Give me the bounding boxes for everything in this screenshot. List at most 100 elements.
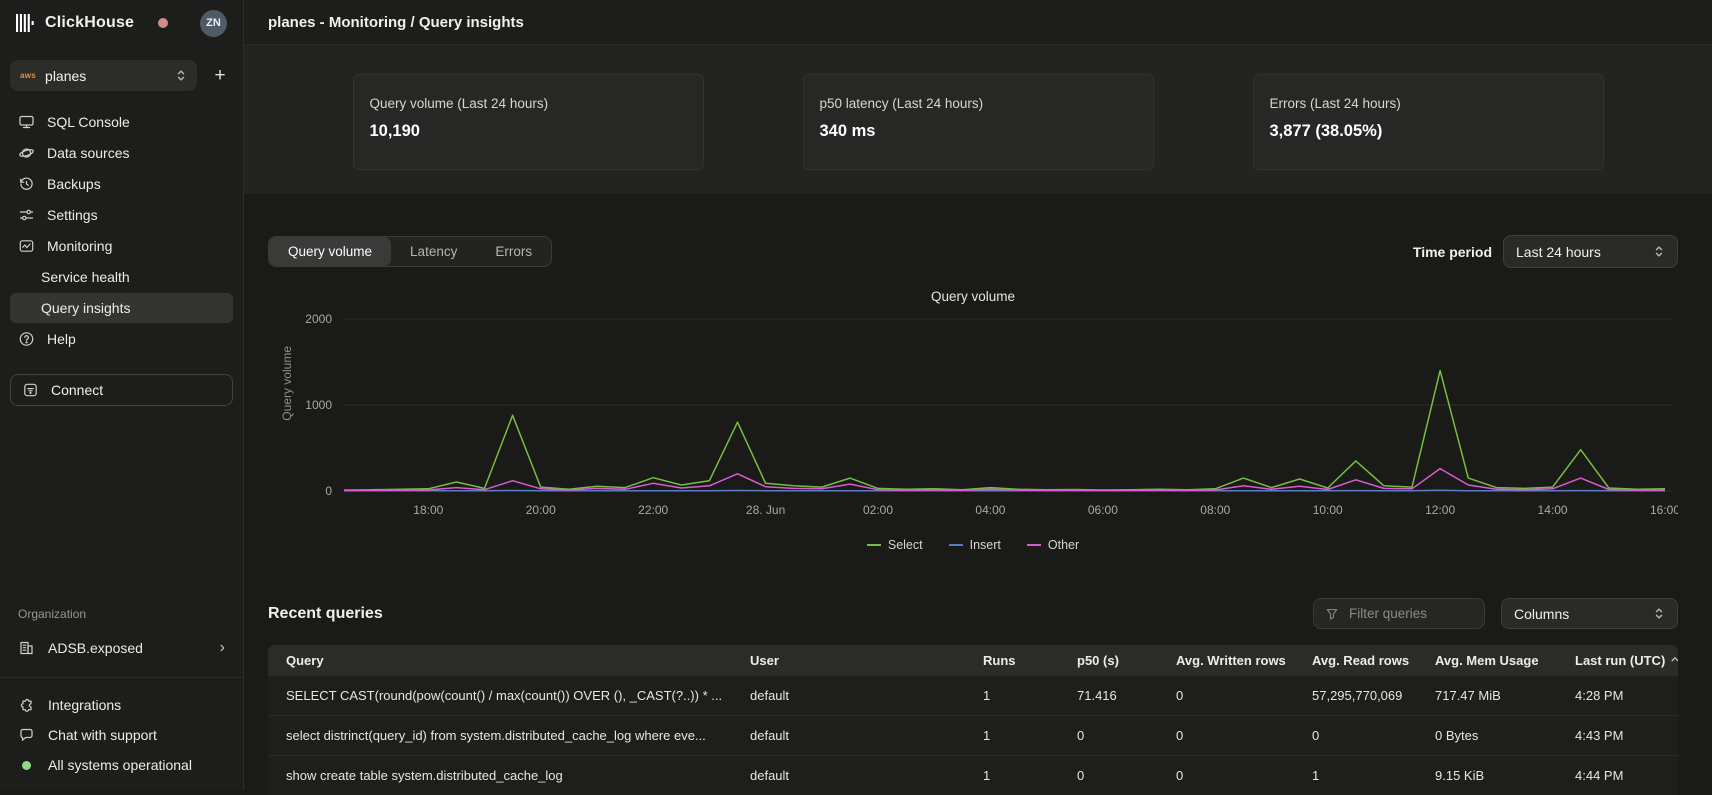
column-header-p50[interactable]: p50 (s) [1059, 653, 1158, 668]
cell-written: 0 [1158, 768, 1294, 783]
column-header-label: Last run (UTC) [1575, 653, 1665, 668]
sidebar-item-query-insights[interactable]: Query insights [10, 293, 233, 323]
time-period-select[interactable]: Last 24 hours [1503, 235, 1678, 268]
sidebar-item-sql-console[interactable]: SQL Console [10, 107, 233, 137]
notification-dot-icon [158, 18, 168, 28]
sidebar-item-help[interactable]: Help [10, 324, 233, 354]
time-period-value: Last 24 hours [1516, 244, 1601, 260]
system-status[interactable]: All systems operational [10, 750, 233, 780]
cell-query: select distrinct(query_id) from system.d… [268, 728, 732, 743]
svg-text:22:00: 22:00 [638, 503, 668, 517]
chevron-updown-icon [1653, 245, 1665, 258]
sidebar-item-chat-support[interactable]: Chat with support [10, 720, 233, 750]
legend-label: Other [1048, 538, 1079, 552]
svg-text:20:00: 20:00 [526, 503, 556, 517]
cell-last-run: 4:28 PM [1557, 688, 1678, 703]
chart-title: Query volume [268, 289, 1678, 304]
table-row[interactable]: show create table system.distributed_cac… [268, 755, 1678, 795]
legend-label: Select [888, 538, 923, 552]
stat-label: Query volume (Last 24 hours) [370, 96, 687, 111]
sort-asc-icon [1670, 655, 1678, 664]
column-header-user[interactable]: User [732, 653, 965, 668]
history-icon [18, 176, 35, 192]
svg-text:14:00: 14:00 [1538, 503, 1568, 517]
line-chart[interactable]: 01000200018:0020:0022:0028. Jun02:0004:0… [268, 308, 1678, 520]
stat-value: 3,877 (38.05%) [1270, 122, 1587, 141]
recent-queries-title: Recent queries [268, 605, 383, 623]
chevron-updown-icon [175, 69, 187, 82]
service-selector-row: aws planes + [10, 60, 233, 91]
svg-text:18:00: 18:00 [413, 503, 443, 517]
column-header-written[interactable]: Avg. Written rows [1158, 653, 1294, 668]
column-header-mem[interactable]: Avg. Mem Usage [1417, 653, 1557, 668]
cell-p50: 0 [1059, 728, 1158, 743]
chart-tabs: Query volume Latency Errors [268, 236, 552, 267]
cell-runs: 1 [965, 728, 1059, 743]
main-area: planes - Monitoring / Query insights Que… [244, 0, 1712, 790]
sidebar-item-settings[interactable]: Settings [10, 200, 233, 230]
column-header-runs[interactable]: Runs [965, 653, 1059, 668]
tab-errors[interactable]: Errors [476, 237, 551, 266]
svg-text:02:00: 02:00 [863, 503, 893, 517]
svg-text:1000: 1000 [305, 398, 332, 412]
cell-read: 0 [1294, 728, 1417, 743]
cell-read: 57,295,770,069 [1294, 688, 1417, 703]
sidebar-item-data-sources[interactable]: Data sources [10, 138, 233, 168]
filter-queries-input[interactable] [1347, 605, 1467, 622]
sidebar-item-backups[interactable]: Backups [10, 169, 233, 199]
chart-legend: Select Insert Other [268, 538, 1678, 552]
funnel-icon [1325, 607, 1339, 621]
chart-y-axis-label: Query volume [280, 346, 294, 421]
cell-written: 0 [1158, 688, 1294, 703]
cell-query: SELECT CAST(round(pow(count() / max(coun… [268, 688, 732, 703]
tab-latency[interactable]: Latency [391, 237, 476, 266]
cell-user: default [732, 688, 965, 703]
stat-card-errors: Errors (Last 24 hours) 3,877 (38.05%) [1253, 74, 1604, 170]
status-label: All systems operational [48, 757, 192, 773]
stat-card-p50-latency: p50 latency (Last 24 hours) 340 ms [803, 74, 1154, 170]
help-icon [18, 331, 35, 347]
content: Query volume Latency Errors Time period … [244, 194, 1712, 795]
cell-last-run: 4:43 PM [1557, 728, 1678, 743]
sidebar-item-label: Service health [41, 269, 130, 285]
table-row[interactable]: SELECT CAST(round(pow(count() / max(coun… [268, 675, 1678, 715]
sidebar-item-integrations[interactable]: Integrations [10, 690, 233, 720]
column-header-query[interactable]: Query [268, 653, 732, 668]
terminal-icon [18, 114, 35, 130]
svg-text:04:00: 04:00 [975, 503, 1005, 517]
stat-label: p50 latency (Last 24 hours) [820, 96, 1137, 111]
sidebar-item-service-health[interactable]: Service health [10, 262, 233, 292]
column-header-last-run[interactable]: Last run (UTC) [1557, 653, 1678, 668]
legend-swatch-other [1027, 544, 1041, 546]
time-period-control: Time period Last 24 hours [1413, 235, 1678, 268]
service-selector[interactable]: aws planes [10, 60, 197, 91]
sidebar-divider [0, 677, 243, 678]
legend-insert[interactable]: Insert [949, 538, 1001, 552]
logo-row: ClickHouse ZN [10, 0, 233, 46]
sidebar-item-label: Query insights [41, 300, 130, 316]
sidebar-item-label: SQL Console [47, 114, 130, 130]
filter-queries-box[interactable] [1313, 598, 1485, 629]
clickhouse-logo-icon [16, 14, 36, 32]
cell-last-run: 4:44 PM [1557, 768, 1678, 783]
tab-query-volume[interactable]: Query volume [269, 237, 391, 266]
sidebar-item-monitoring[interactable]: Monitoring [10, 231, 233, 261]
sidebar-item-label: Backups [47, 176, 101, 192]
connect-button[interactable]: Connect [10, 374, 233, 406]
legend-other[interactable]: Other [1027, 538, 1079, 552]
sidebar-item-label: Help [47, 331, 76, 347]
sidebar-item-label: Monitoring [47, 238, 112, 254]
chart-controls-row: Query volume Latency Errors Time period … [268, 235, 1678, 268]
stats-band: Query volume (Last 24 hours) 10,190 p50 … [244, 45, 1712, 194]
cell-written: 0 [1158, 728, 1294, 743]
columns-select-value: Columns [1514, 606, 1569, 622]
columns-select[interactable]: Columns [1501, 598, 1678, 629]
add-service-button[interactable]: + [207, 63, 233, 89]
organization-switcher[interactable]: ADSB.exposed › [10, 633, 233, 663]
column-header-read[interactable]: Avg. Read rows [1294, 653, 1417, 668]
legend-swatch-insert [949, 544, 963, 546]
table-row[interactable]: select distrinct(query_id) from system.d… [268, 715, 1678, 755]
avatar[interactable]: ZN [200, 10, 227, 37]
legend-select[interactable]: Select [867, 538, 923, 552]
chevron-right-icon: › [220, 640, 225, 656]
